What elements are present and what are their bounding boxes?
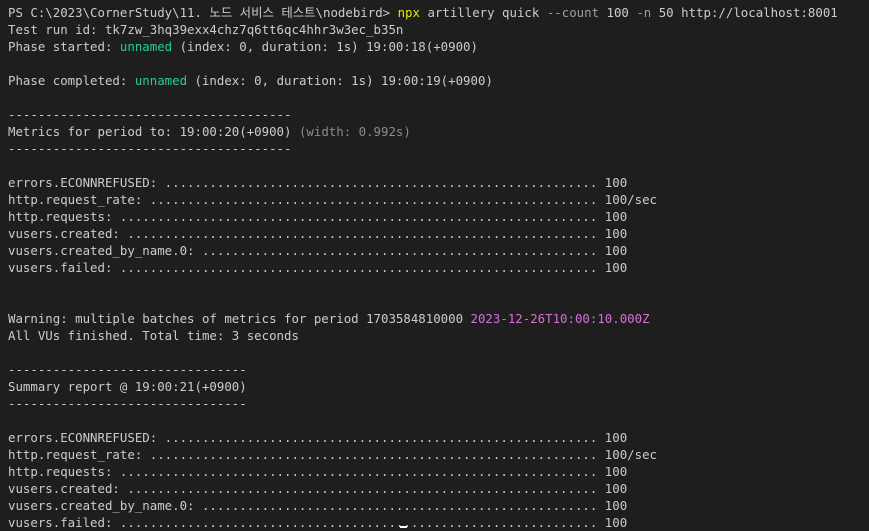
metric-line: errors.ECONNREFUSED: ...................…	[8, 175, 628, 190]
period-width: (width: 0.992s)	[298, 124, 411, 139]
metric-line: vusers.failed: .........................…	[8, 260, 628, 275]
phase-started-suffix: (index: 0, duration: 1s) 19:00:18(+0900)	[172, 39, 478, 54]
phase-completed-line: Phase completed: unnamed (index: 0, dura…	[8, 72, 869, 89]
terminal-output[interactable]: PS C:\2023\CornerStudy\11. 노드 서비스 테스트\no…	[8, 4, 869, 530]
metric-line: vusers.created: ........................…	[8, 226, 628, 241]
command-rest: 50 http://localhost:8001	[651, 5, 838, 20]
period-header-line: Metrics for period to: 19:00:20(+0900) (…	[8, 123, 869, 140]
summary-separator-bottom: --------------------------------	[8, 396, 247, 411]
command-subcommand: artillery quick	[419, 5, 547, 20]
period-separator-bottom: --------------------------------------	[8, 141, 292, 156]
summary-metric-line: vusers.failed: .........................…	[8, 515, 628, 530]
warning-text: Warning: multiple batches of metrics for…	[8, 311, 471, 326]
command-name: npx	[397, 5, 420, 20]
period-separator-top: --------------------------------------	[8, 107, 292, 122]
phase-started-prefix: Phase started:	[8, 39, 120, 54]
flag-count-value: 100	[599, 5, 637, 20]
warning-line: Warning: multiple batches of metrics for…	[8, 310, 869, 327]
metric-line: http.requests: .........................…	[8, 209, 628, 224]
phase-completed-prefix: Phase completed:	[8, 73, 135, 88]
flag-n: -n	[636, 5, 652, 20]
terminal-cursor	[400, 526, 407, 528]
summary-metric-line: errors.ECONNREFUSED: ...................…	[8, 430, 628, 445]
command-line: PS C:\2023\CornerStudy\11. 노드 서비스 테스트\no…	[8, 4, 869, 21]
phase-completed-suffix: (index: 0, duration: 1s) 19:00:19(+0900)	[187, 73, 493, 88]
summary-header: Summary report @ 19:00:21(+0900)	[8, 379, 247, 394]
warning-iso-timestamp: 2023-12-26T10:00:10.000Z	[470, 311, 650, 326]
finished-line: All VUs finished. Total time: 3 seconds	[8, 328, 299, 343]
phase-started-name: unnamed	[119, 39, 173, 54]
phase-completed-name: unnamed	[134, 73, 188, 88]
flag-count: --count	[546, 5, 600, 20]
summary-metric-line: vusers.created_by_name.0: ..............…	[8, 498, 628, 513]
summary-metric-line: vusers.created: ........................…	[8, 481, 628, 496]
period-header-text: Metrics for period to: 19:00:20(+0900)	[8, 124, 299, 139]
phase-started-line: Phase started: unnamed (index: 0, durati…	[8, 38, 869, 55]
prompt-path: PS C:\2023\CornerStudy\11. 노드 서비스 테스트\no…	[8, 5, 398, 20]
summary-metric-line: http.request_rate: .....................…	[8, 447, 658, 462]
metric-line: vusers.created_by_name.0: ..............…	[8, 243, 628, 258]
summary-separator-top: --------------------------------	[8, 362, 247, 377]
test-run-id: Test run id: tk7zw_3hq39exx4chz7q6tt6qc4…	[8, 22, 404, 37]
metric-line: http.request_rate: .....................…	[8, 192, 658, 207]
summary-metric-line: http.requests: .........................…	[8, 464, 628, 479]
